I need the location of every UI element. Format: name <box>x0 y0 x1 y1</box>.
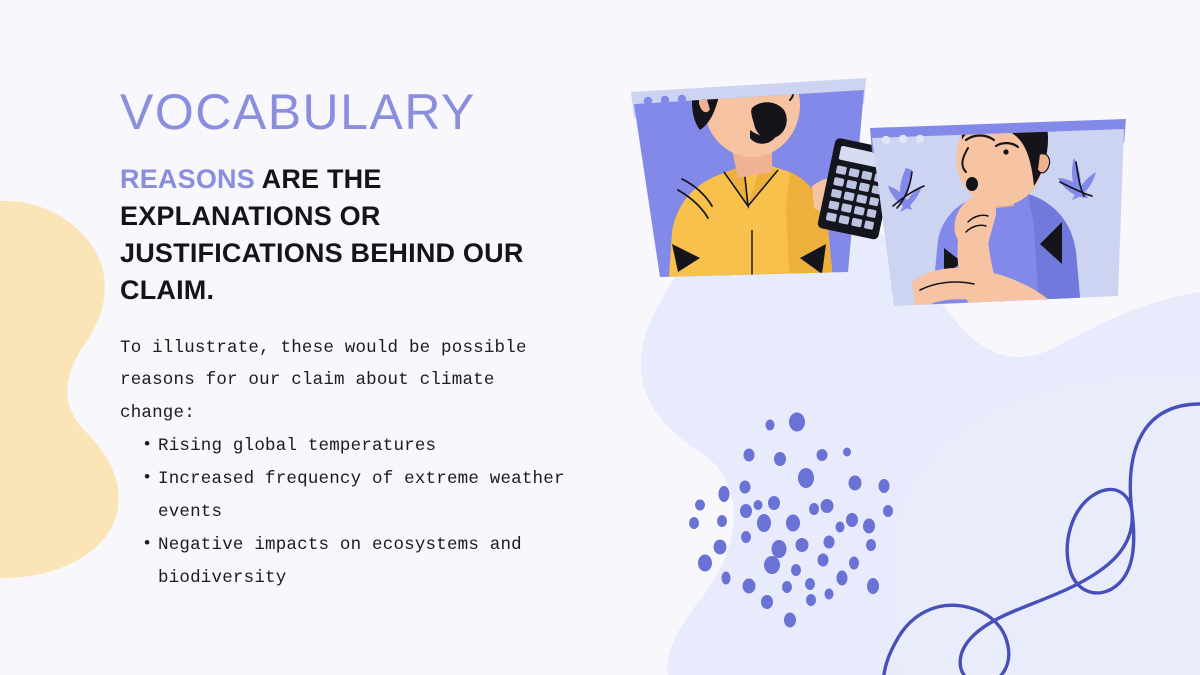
body-paragraph: To illustrate, these would be possible r… <box>120 337 527 424</box>
window-two-screen <box>872 129 1124 306</box>
window-one-screen <box>634 90 864 277</box>
subheading-keyword: REASONS <box>120 163 255 194</box>
man-two-mouth <box>966 177 978 191</box>
man-one-shoulder-lines <box>677 178 713 219</box>
window-one-dots <box>643 94 687 106</box>
window-one-header <box>631 78 866 118</box>
man-two-sleeve-accent-right <box>1040 222 1062 264</box>
man-two-resting-hand <box>1024 312 1074 372</box>
man-two-hand <box>954 195 997 249</box>
man-two-hair <box>961 129 1048 186</box>
man-two-shirt <box>930 190 1082 306</box>
man-one-ear <box>697 95 711 114</box>
man-two-nose <box>961 147 969 173</box>
wave-shape-bottom-right <box>640 199 1200 675</box>
man-one-collar <box>726 166 748 204</box>
reasons-list: Rising global temperatures Increased fre… <box>120 430 580 594</box>
man-one-collar-right <box>748 163 776 204</box>
leaf-sparkle-right <box>1058 158 1096 200</box>
man-two-forearm-rest <box>912 267 1062 306</box>
man-one-neck <box>730 137 772 178</box>
browser-window-one <box>631 69 866 277</box>
man-one-nose <box>785 90 795 101</box>
list-item: Increased frequency of extreme weather e… <box>142 463 580 529</box>
leaf-sparkle-left <box>888 168 922 212</box>
man-one-sleeve-accent-left <box>672 244 700 272</box>
man-one-eyebrow <box>756 69 784 74</box>
man-one-mouth <box>750 130 776 144</box>
man-one-shirt <box>668 163 834 277</box>
man-two-sleeve-accent-left <box>944 248 962 276</box>
window-two-dots <box>881 134 925 145</box>
wave-shape-secondary <box>889 372 1200 675</box>
list-item: Negative impacts on ecosystems and biodi… <box>142 529 580 595</box>
list-item: Rising global temperatures <box>142 430 580 463</box>
man-two-ear <box>1037 153 1051 174</box>
man-two-neck <box>978 176 1014 210</box>
man-two-forearm-up <box>957 240 1002 306</box>
man-one-shirt-shade <box>786 172 834 277</box>
man-one-sleeve-accent-right <box>800 244 826 274</box>
man-two-eyebrow <box>964 134 996 142</box>
window-two-header <box>870 119 1126 152</box>
calculator-screen <box>838 146 889 169</box>
slide-canvas: VOCABULARY REASONS ARE THE EXPLANATIONS … <box>0 0 1200 675</box>
man-two-head <box>956 129 1044 206</box>
squiggle-line <box>882 402 1200 675</box>
yellow-blob-left <box>0 200 119 579</box>
man-one-forearm <box>812 177 852 214</box>
man-one-head <box>704 90 800 157</box>
calculator-keys <box>825 165 884 230</box>
man-one-eye <box>765 83 771 89</box>
man-one-hair <box>692 90 752 130</box>
calculator-body <box>817 138 896 240</box>
man-two-shirt-shade <box>1028 194 1082 306</box>
text-column: VOCABULARY REASONS ARE THE EXPLANATIONS … <box>120 86 580 595</box>
man-two-finger-lines <box>1038 342 1064 374</box>
calculator <box>817 138 896 240</box>
man-one-moustache <box>751 102 787 139</box>
page-title: VOCABULARY <box>120 84 476 140</box>
dot-cluster <box>689 412 893 628</box>
subheading: REASONS ARE THE EXPLANATIONS OR JUSTIFIC… <box>120 161 570 310</box>
man-two-eye <box>994 142 1020 149</box>
browser-window-two <box>870 119 1126 374</box>
